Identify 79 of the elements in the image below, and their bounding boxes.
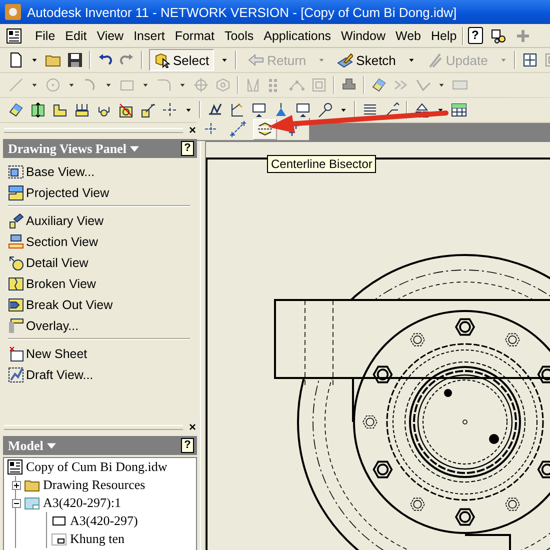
base-view-icon[interactable] [8,164,24,180]
window-title: Autodesk Inventor 11 - NETWORK VERSION - [Copy of Cum Bi Dong.idw] [27,4,457,20]
menu-item[interactable]: Window [336,28,390,42]
broken-view-icon[interactable] [8,276,24,292]
windows-icon[interactable] [490,28,507,44]
chain-dimension-icon[interactable] [74,102,90,118]
auxiliary-view-icon[interactable] [8,212,24,228]
ordinate-dimension-icon[interactable] [52,102,68,118]
app-logo-icon [5,4,21,20]
sheet-icon [24,495,40,511]
menu-item[interactable]: Tools [219,28,259,42]
pencil-sheet-icon [337,52,354,68]
break-out-view-icon[interactable] [8,296,24,312]
close-button[interactable]: × [188,420,196,434]
close-button[interactable]: × [188,123,196,137]
document-menu-icon[interactable] [6,28,22,44]
collapse-icon[interactable] [12,498,21,508]
menu-item[interactable]: Format [170,28,220,42]
tree-item[interactable]: Khung ten [70,531,125,547]
panel-item[interactable]: Auxiliary View [26,214,104,228]
help-button[interactable]: ? [181,438,194,453]
panel-item[interactable]: Base View... [26,164,95,178]
help-button[interactable]: ? [468,27,483,44]
new-sheet-icon[interactable] [8,346,24,362]
panel-header[interactable]: Model ? [3,436,197,455]
centerline-icon [203,121,219,137]
weld-symbol-icon[interactable] [229,102,245,118]
panel-item[interactable]: Break Out View [26,298,113,312]
panel-item[interactable]: Overlay... [26,318,79,332]
draft-view-icon[interactable] [8,366,24,382]
tree-item[interactable]: A3(420-297) [70,513,138,529]
section-view-icon[interactable] [8,234,24,250]
panel-item[interactable]: Draft View... [26,368,94,382]
menu-item[interactable]: Help [426,28,462,42]
bisector-button[interactable] [253,118,277,140]
datum-icon[interactable] [251,102,267,118]
balloon-icon[interactable] [317,102,333,118]
tree-item[interactable]: Drawing Resources [43,477,146,493]
menu-item[interactable]: Applications [258,28,336,42]
panel-item[interactable]: Detail View [26,256,88,270]
overlay-view-icon[interactable] [8,318,24,334]
menu-item[interactable]: File [30,28,60,42]
panel-title[interactable]: Drawing Views Panel [8,140,126,156]
edit-view-icon[interactable] [8,102,24,118]
center-mark-icon[interactable] [162,102,178,118]
help-button[interactable]: ? [181,141,194,156]
panel-item[interactable]: Section View [26,234,98,248]
tree-item[interactable]: Copy of Cum Bi Dong.idw [26,459,168,475]
centerline-two-points-icon [230,121,246,137]
title-block-icon [51,531,67,547]
panel-item[interactable]: Broken View [26,276,96,290]
expand-icon[interactable] [12,480,21,490]
hole-dimension-icon[interactable] [118,102,134,118]
panel-header[interactable]: Drawing Views Panel ? [3,139,197,158]
datum-target-icon[interactable] [273,102,289,118]
panel-title[interactable]: Model [8,438,44,454]
menu-item[interactable]: Edit [60,28,92,42]
zoom-all-icon[interactable] [522,52,538,68]
back-arrow-icon [248,52,264,68]
bisector-icon [257,121,273,137]
tree-item[interactable]: A3(420-297):1 [43,495,121,511]
toolbar-button[interactable]: Select [149,49,214,71]
cube-cursor-icon [154,52,170,68]
panel-item[interactable]: New Sheet [26,346,88,360]
leader-note-icon[interactable] [140,102,156,118]
projected-view-icon[interactable] [8,184,24,200]
table-icon[interactable] [451,102,467,118]
tooltip: Centerline Bisector [267,155,376,173]
menu-item[interactable]: Web [390,28,426,42]
parts-list-icon[interactable] [414,102,430,118]
menu-item[interactable]: View [92,28,129,42]
surface-texture-icon[interactable] [207,102,223,118]
panel-item[interactable]: Projected View [26,186,110,200]
detail-view-icon[interactable] [8,254,24,270]
baseline-dimension-icon[interactable] [30,102,46,118]
datum-icon[interactable] [295,102,311,118]
new-file-icon[interactable] [8,52,24,68]
toolbar-button[interactable]: Sketch [332,49,401,71]
menu-item[interactable]: Insert [128,28,170,42]
